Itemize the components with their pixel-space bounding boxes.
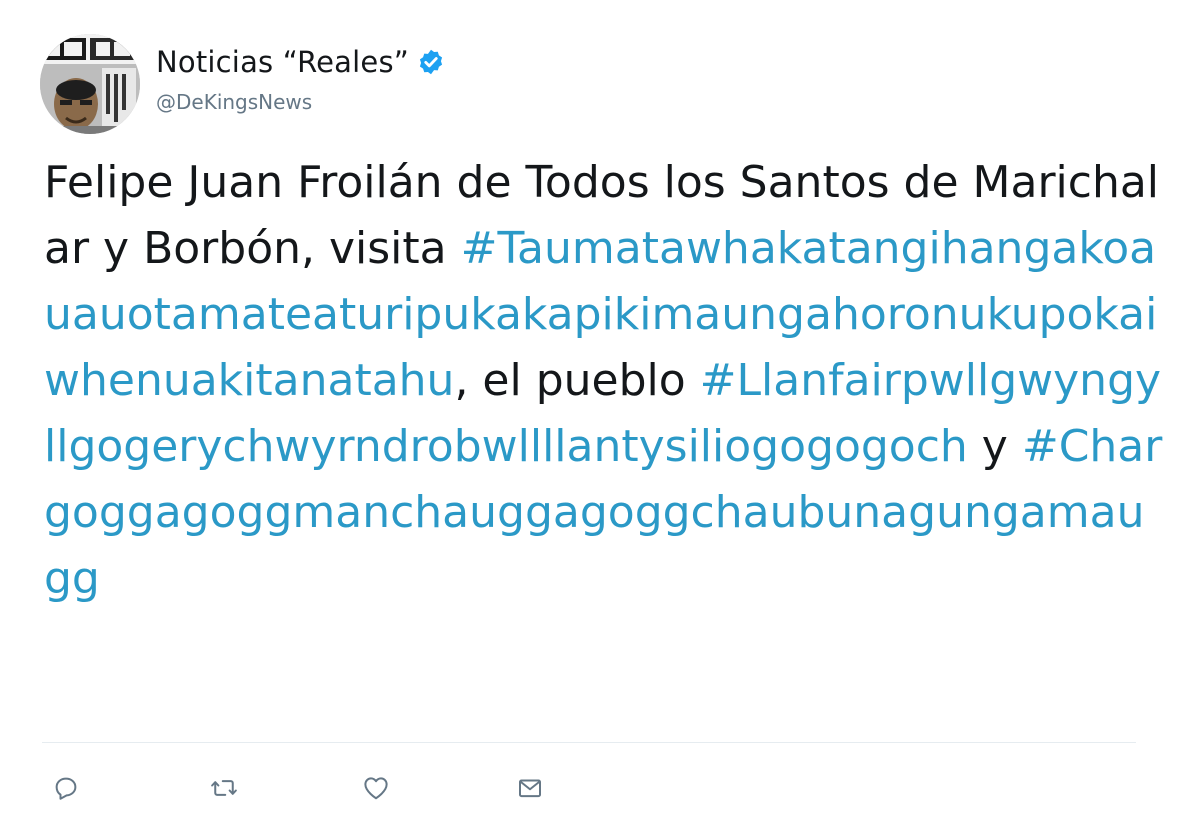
retweet-button[interactable] [206,770,242,806]
avatar[interactable] [40,34,140,134]
reply-icon [55,777,77,800]
divider [42,742,1136,743]
tweet-text: Felipe Juan Froilán de Todos los Santos … [44,150,1164,612]
like-button[interactable] [358,770,394,806]
tweet-actions [48,770,568,806]
direct-message-button[interactable] [512,770,548,806]
verified-badge-icon [417,48,445,76]
display-name[interactable]: Noticias “Reales” [156,45,409,79]
account-handle[interactable]: @DeKingsNews [156,90,312,114]
account-name-row[interactable]: Noticias “Reales” [156,42,445,82]
tweet-text-segment: y [967,421,1022,472]
envelope-icon [519,779,541,798]
retweet-icon [211,780,237,796]
heart-icon [364,777,388,800]
tweet-text-segment: , el pueblo [454,355,700,406]
avatar-newspaper-image [40,34,140,134]
tweet-card: Noticias “Reales” @DeKingsNews Felipe Ju… [0,0,1190,826]
reply-button[interactable] [48,770,84,806]
